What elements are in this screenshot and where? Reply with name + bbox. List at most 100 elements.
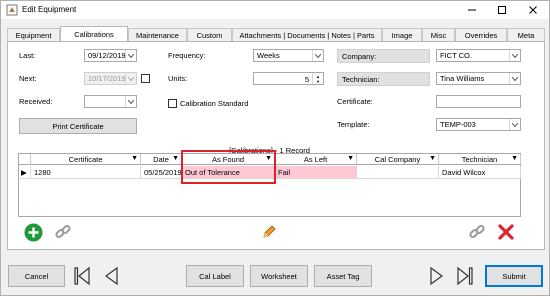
as-found-highlight-box (181, 150, 276, 184)
edit-equipment-window: Edit Equipment Equipment Calibrations Ma… (0, 0, 550, 296)
company-button[interactable]: Company: (337, 49, 430, 63)
asset-tag-button[interactable]: Asset Tag (314, 265, 372, 287)
first-record-icon (74, 266, 90, 286)
template-label: Template: (337, 120, 370, 129)
last-record-icon (457, 266, 473, 286)
chevron-down-icon (509, 119, 520, 130)
tab-maintenance[interactable]: Maintenance (128, 28, 187, 41)
tab-meta[interactable]: Meta (507, 28, 545, 41)
last-date-value: 09/12/2019 (88, 51, 126, 60)
company-select[interactable]: FICT CO. (436, 49, 521, 62)
row-selector[interactable]: ▶ (19, 166, 31, 179)
column-header-label: As Left (303, 154, 328, 164)
minimize-button[interactable] (457, 1, 487, 19)
last-record-button[interactable] (454, 265, 476, 287)
column-header-label: Technician (461, 154, 498, 164)
column-header-certificate[interactable]: Certificate ▼ (31, 154, 141, 165)
cell-as-left[interactable]: Fail (275, 166, 357, 179)
filter-icon[interactable]: ▼ (172, 155, 179, 162)
technician-label: Technician: (342, 74, 380, 84)
column-header-technician[interactable]: Technician ▼ (439, 154, 521, 165)
submit-button[interactable]: Submit (485, 265, 543, 287)
window-title: Edit Equipment (22, 5, 77, 14)
cancel-button[interactable]: Cancel (8, 265, 65, 287)
next-record-button[interactable] (426, 265, 448, 287)
tab-misc[interactable]: Misc (422, 28, 455, 41)
template-value: TEMP-003 (440, 120, 476, 129)
unlink-icon (469, 224, 485, 239)
worksheet-button[interactable]: Worksheet (250, 265, 308, 287)
frequency-label: Frequency: (168, 51, 206, 60)
title-bar: Edit Equipment (1, 1, 549, 19)
next-label: Next: (19, 74, 37, 83)
cal-label-button[interactable]: Cal Label (186, 265, 244, 287)
received-date-picker[interactable] (84, 95, 137, 108)
last-date-picker[interactable]: 09/12/2019 (84, 49, 137, 62)
tab-attachments[interactable]: Attachments | Documents | Notes | Parts (232, 28, 382, 41)
cell-cal-company[interactable] (357, 166, 439, 179)
units-stepper[interactable]: 5 ▲ ▼ (253, 72, 324, 85)
minimize-icon (468, 9, 476, 11)
spin-arrows-icon[interactable]: ▲ ▼ (312, 73, 323, 84)
filter-icon[interactable]: ▼ (131, 155, 138, 162)
technician-select[interactable]: Tina Williams (436, 72, 521, 85)
frequency-value: Weeks (257, 51, 280, 60)
last-label: Last: (19, 51, 36, 60)
add-record-button[interactable] (22, 221, 44, 243)
tab-calibrations[interactable]: Calibrations (60, 26, 128, 41)
chevron-down-icon (125, 73, 136, 84)
calibration-standard-checkbox[interactable] (168, 99, 177, 108)
tab-overrides[interactable]: Overrides (455, 28, 507, 41)
next-icon (430, 266, 444, 286)
row-pointer-icon: ▶ (21, 167, 27, 177)
technician-value: Tina Williams (440, 74, 485, 83)
cell-technician[interactable]: David Wilcox (439, 166, 521, 179)
first-record-button[interactable] (71, 265, 93, 287)
company-label: Company: (342, 51, 377, 61)
column-header-cal-company[interactable]: Cal Company ▼ (357, 154, 439, 165)
frequency-select[interactable]: Weeks (253, 49, 324, 62)
tab-image[interactable]: Image (382, 28, 422, 41)
close-button[interactable] (518, 1, 548, 19)
delete-record-button[interactable] (495, 221, 517, 243)
pencil-icon (263, 225, 276, 238)
chevron-down-icon (125, 96, 136, 107)
cell-certificate[interactable]: 1280 (31, 166, 141, 179)
chevron-down-icon (509, 50, 520, 61)
tab-custom[interactable]: Custom (187, 28, 232, 41)
column-header-label: Cal Company (374, 154, 421, 164)
filter-icon[interactable]: ▼ (347, 155, 354, 162)
column-header-date[interactable]: Date ▼ (141, 154, 182, 165)
column-header-label: Certificate (68, 154, 103, 164)
technician-button[interactable]: Technician: (337, 72, 430, 86)
app-icon (6, 4, 18, 16)
tab-label: Attachments | Documents | Notes | Parts (239, 30, 375, 40)
tab-label: Custom (196, 30, 223, 40)
template-select[interactable]: TEMP-003 (436, 118, 521, 131)
filter-icon[interactable]: ▼ (511, 155, 518, 162)
column-header-label: Date (153, 154, 169, 164)
chevron-down-icon (312, 50, 323, 61)
previous-record-button[interactable] (100, 265, 122, 287)
tab-equipment[interactable]: Equipment (7, 28, 60, 41)
tab-label: Calibrations (74, 29, 114, 39)
next-date-picker[interactable]: 10/17/2019 (84, 72, 137, 85)
maximize-icon (498, 6, 506, 14)
row-header-corner (19, 154, 31, 165)
company-value: FICT CO. (440, 51, 472, 60)
units-label: Units: (168, 74, 188, 83)
edit-record-button[interactable] (258, 221, 280, 243)
certificate-input[interactable] (436, 95, 521, 108)
received-label: Received: (19, 97, 53, 106)
chevron-down-icon (125, 50, 136, 61)
next-date-checkbox[interactable] (141, 74, 150, 83)
add-icon (24, 223, 42, 241)
maximize-button[interactable] (487, 1, 517, 19)
cell-date[interactable]: 05/25/2019 (141, 166, 182, 179)
filter-icon[interactable]: ▼ (429, 155, 436, 162)
print-certificate-button[interactable]: Print Certificate (19, 118, 137, 134)
column-header-as-left[interactable]: As Left ▼ (275, 154, 357, 165)
unlink-button[interactable] (466, 221, 488, 243)
link-button[interactable] (52, 221, 74, 243)
tab-label: Image (391, 30, 413, 40)
